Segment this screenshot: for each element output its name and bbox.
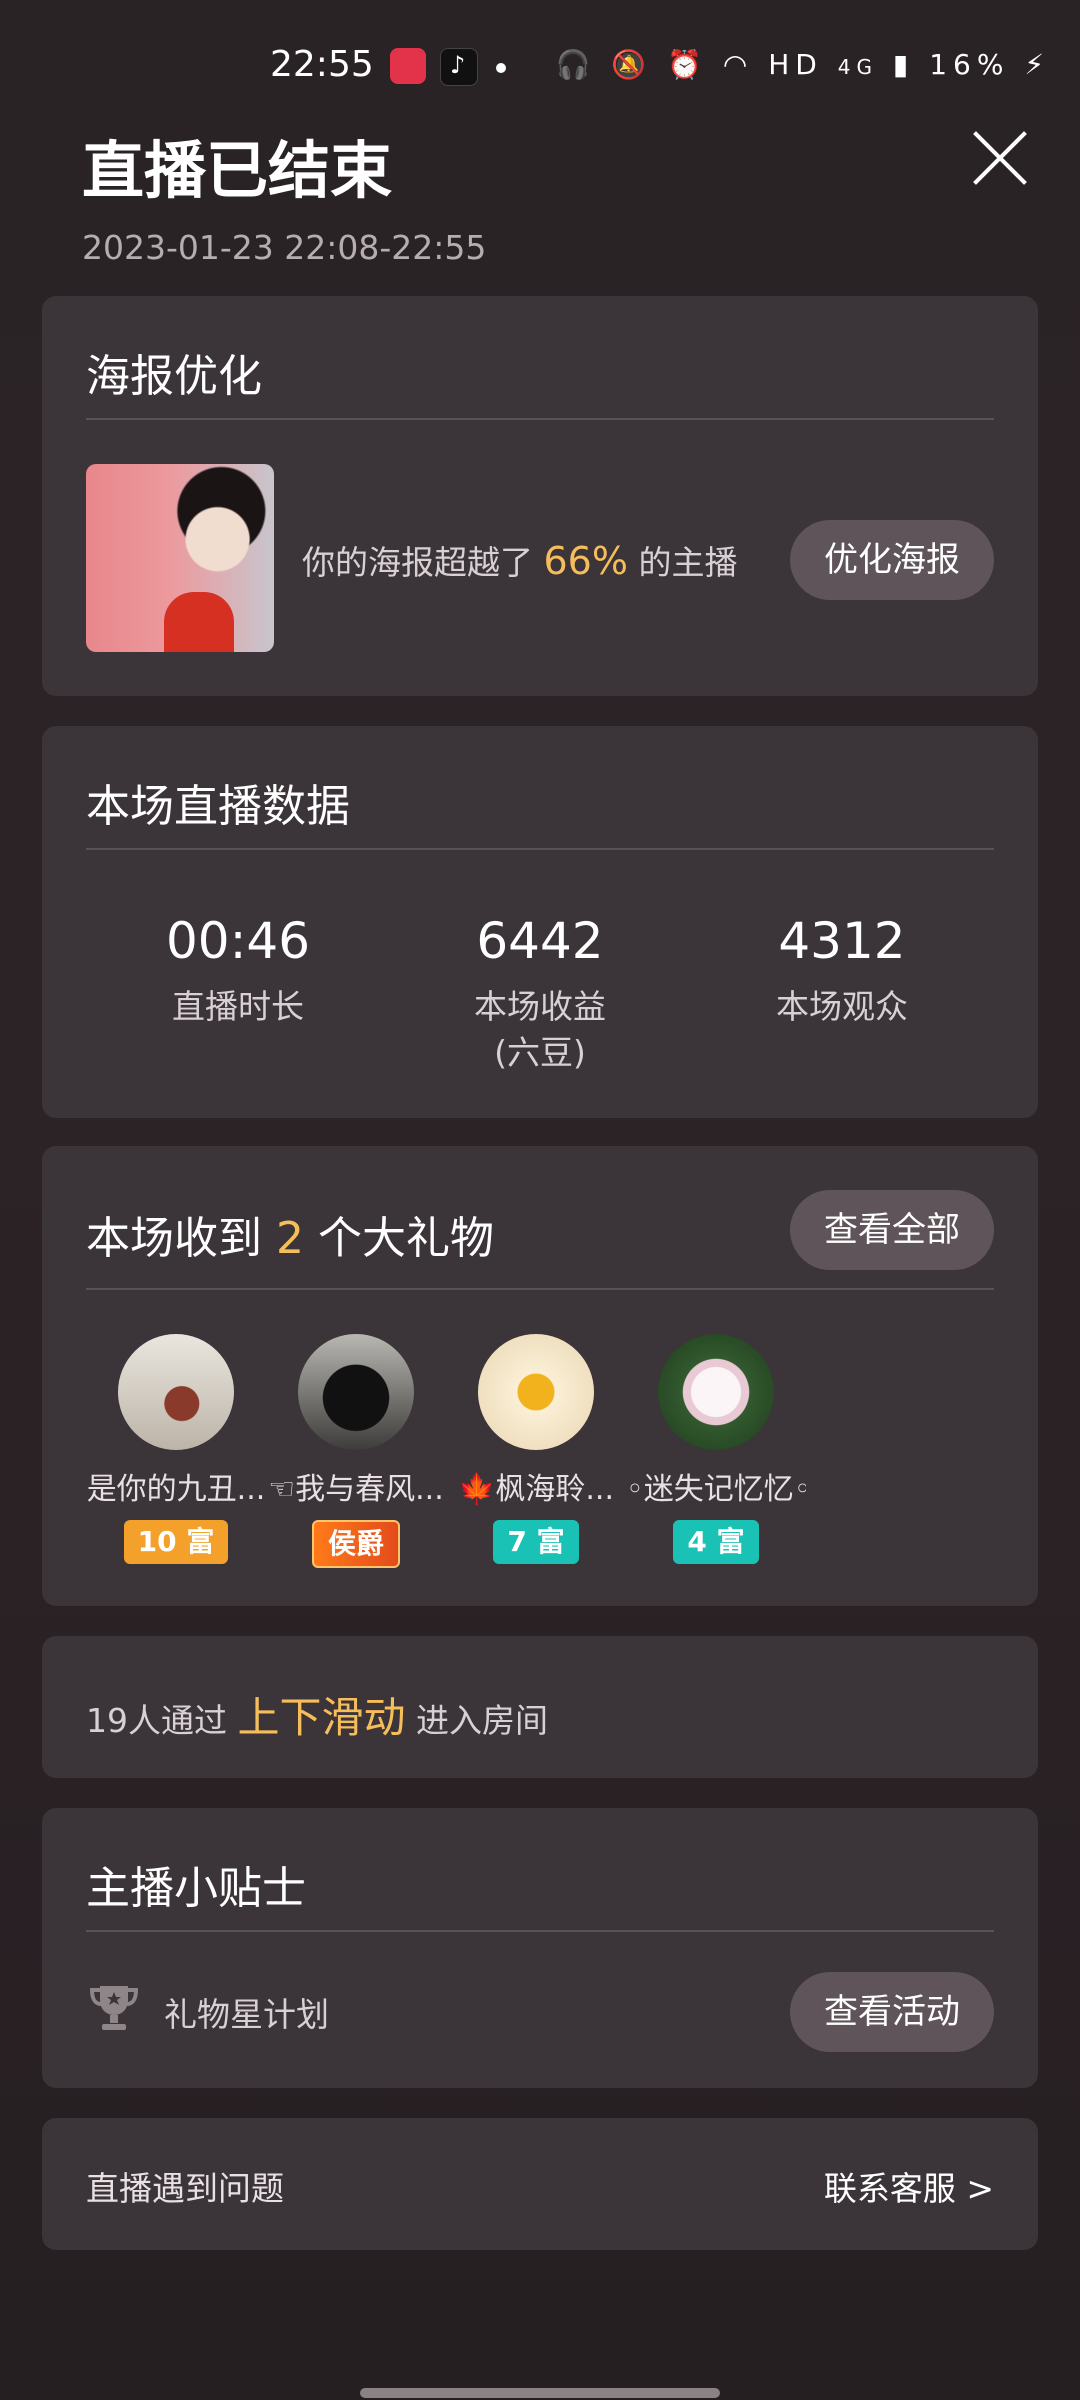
poster-text-after: 的主播 <box>638 543 738 582</box>
divider <box>86 418 994 420</box>
avatar <box>118 1334 234 1450</box>
gifter-name: 🍁枫海聆... <box>458 1472 614 1507</box>
status-time: 22:55 <box>270 44 374 85</box>
charging-icon: ⚡ <box>1024 48 1050 81</box>
signal-icon: ▮ <box>892 48 915 81</box>
close-icon[interactable] <box>970 128 1030 188</box>
avatar <box>658 1334 774 1450</box>
live-data-card: 本场直播数据 00:46 直播时长 6442 本场收益 (六豆) 4312 本场… <box>42 726 1038 1118</box>
gifts-title-before: 本场收到 <box>86 1213 262 1264</box>
wealth-badge: 7 富 <box>493 1520 579 1564</box>
swipe-text-after: 进入房间 <box>416 1701 549 1740</box>
view-activity-button[interactable]: 查看活动 <box>790 1972 994 2052</box>
gifts-title-after: 个大礼物 <box>318 1213 494 1264</box>
alarm-icon: ⏰ <box>667 48 708 81</box>
optimize-poster-button[interactable]: 优化海报 <box>790 520 994 600</box>
date-range: 2023-01-23 22:08-22:55 <box>82 228 487 267</box>
support-card: 直播遇到问题 联系客服 > <box>42 2118 1038 2250</box>
stat-value: 4312 <box>778 912 906 970</box>
page-title: 直播已结束 <box>82 134 393 207</box>
more-notifications-dot-icon <box>496 63 506 73</box>
wealth-badge: 10 富 <box>123 1520 229 1564</box>
gifter-item[interactable]: ◦迷失记忆忆◦ 4 富 <box>626 1334 806 1564</box>
network-label: HD <box>768 48 823 81</box>
stat-label-main: 本场收益 <box>474 987 606 1026</box>
swipe-highlight: 上下滑动 <box>237 1693 406 1742</box>
tips-title: 主播小贴士 <box>86 1863 306 1914</box>
headset-icon: 🎧 <box>555 48 597 81</box>
swipe-text-before: 19人通过 <box>86 1701 227 1740</box>
stat-revenue: 6442 本场收益 (六豆) <box>390 912 690 1076</box>
poster-card: 海报优化 你的海报超越了 66% 的主播 优化海报 <box>42 296 1038 696</box>
gifter-name: ☜我与春风... <box>268 1472 444 1507</box>
stat-label: 本场收益 (六豆) <box>390 984 690 1076</box>
cellular-label: 4G <box>837 55 878 79</box>
app-notification-icon <box>390 48 426 84</box>
contact-support-link[interactable]: 联系客服 > <box>824 2162 994 2210</box>
divider <box>86 1288 994 1290</box>
live-data-title: 本场直播数据 <box>86 781 350 832</box>
noble-badge: 侯爵 <box>311 1520 400 1568</box>
gifts-card: 本场收到 2 个大礼物 查看全部 是你的九丑... 10 富 ☜我与春风... … <box>42 1146 1038 1606</box>
stat-label: 直播时长 <box>172 987 304 1026</box>
stat-value: 6442 <box>476 912 604 970</box>
home-indicator[interactable] <box>360 2388 720 2398</box>
wealth-badge: 4 富 <box>673 1520 759 1564</box>
poster-percent: 66% <box>543 539 628 583</box>
stat-label-unit: (六豆) <box>494 1033 586 1072</box>
gifts-title: 本场收到 2 个大礼物 <box>86 1202 494 1266</box>
poster-card-title: 海报优化 <box>86 351 262 402</box>
stat-viewers: 4312 本场观众 <box>692 912 992 1030</box>
tips-card: 主播小贴士 礼物星计划 查看活动 <box>42 1808 1038 2088</box>
swipe-entry-text: 19人通过 上下滑动 进入房间 <box>86 1684 548 1745</box>
poster-thumbnail[interactable] <box>86 464 274 652</box>
battery-level: 16% <box>929 48 1010 81</box>
divider <box>86 1930 994 1932</box>
poster-text-before: 你的海报超越了 <box>302 543 533 582</box>
view-all-button[interactable]: 查看全部 <box>790 1190 994 1270</box>
stat-value: 00:46 <box>165 912 311 970</box>
swipe-entry-card: 19人通过 上下滑动 进入房间 <box>42 1636 1038 1778</box>
gifter-name: 是你的九丑... <box>86 1472 266 1507</box>
gifter-item[interactable]: 🍁枫海聆... 7 富 <box>446 1334 626 1564</box>
wifi-icon: ◠ <box>722 48 754 81</box>
gifter-name: ◦迷失记忆忆◦ <box>626 1472 806 1507</box>
gifter-item[interactable]: ☜我与春风... 侯爵 <box>266 1334 446 1568</box>
gifts-count: 2 <box>276 1213 304 1264</box>
gifter-item[interactable]: 是你的九丑... 10 富 <box>86 1334 266 1564</box>
header: 直播已结束 2023-01-23 22:08-22:55 <box>82 120 486 267</box>
avatar <box>298 1334 414 1450</box>
poster-stat-text: 你的海报超越了 66% 的主播 <box>302 536 737 584</box>
tiktok-notification-icon <box>440 48 478 86</box>
mute-icon: 🔕 <box>611 48 653 81</box>
system-icons: 🎧 🔕 ⏰ ◠ HD 4G ▮ 16% ⚡ <box>556 48 1051 81</box>
problem-label: 直播遇到问题 <box>86 2169 284 2208</box>
stat-duration: 00:46 直播时长 <box>88 912 388 1030</box>
status-bar: 22:55 🎧 🔕 ⏰ ◠ HD 4G ▮ 16% ⚡ <box>0 0 1080 130</box>
trophy-icon <box>89 1986 139 2030</box>
stat-label: 本场观众 <box>776 987 908 1026</box>
divider <box>86 848 994 850</box>
tip-item-label: 礼物星计划 <box>164 1995 329 2034</box>
avatar <box>478 1334 594 1450</box>
